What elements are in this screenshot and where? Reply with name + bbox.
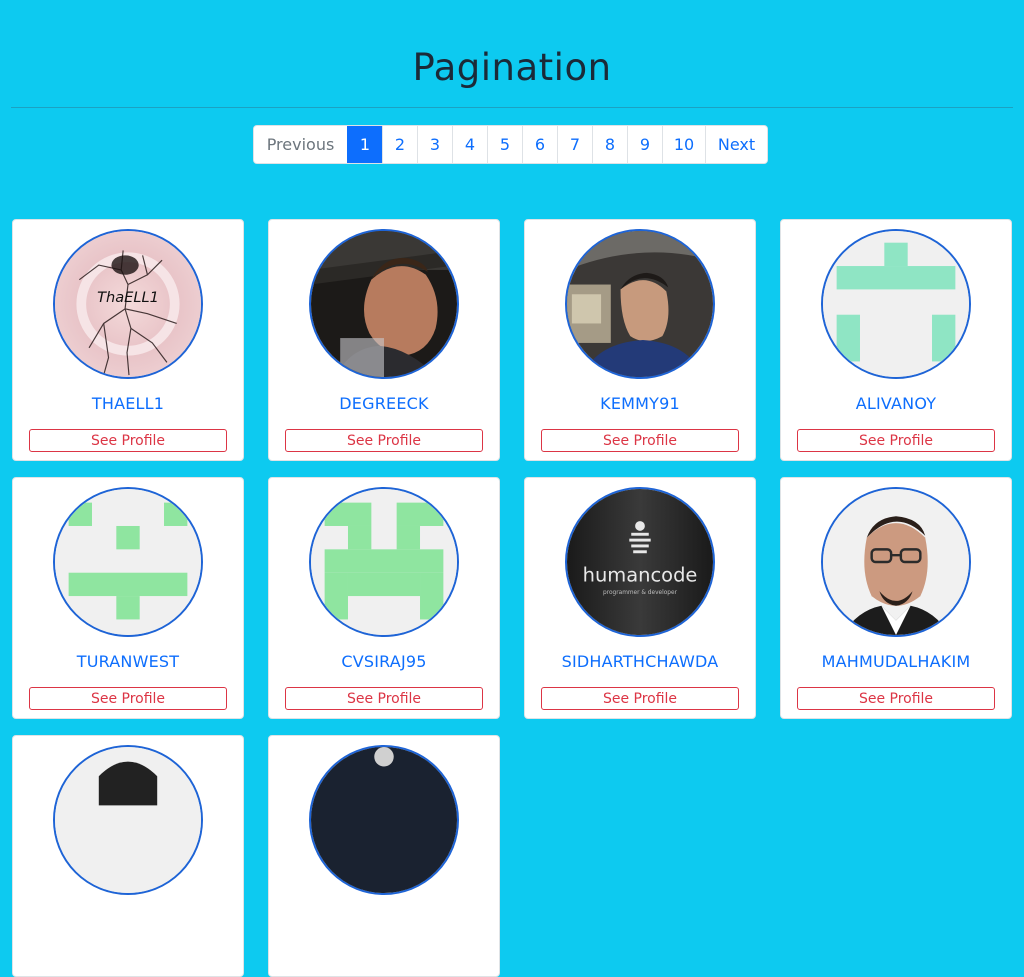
- profile-card: [12, 735, 244, 977]
- profile-card: [268, 735, 500, 977]
- see-profile-button[interactable]: See Profile: [29, 429, 227, 452]
- pagination: Previous 1 2 3 4 5 6 7 8 9 10 Next: [253, 125, 768, 164]
- profile-card: MAHMUDALHAKIM See Profile: [780, 477, 1012, 719]
- avatar-image: ThaELL1: [55, 231, 201, 377]
- username[interactable]: THAELL1: [13, 394, 243, 413]
- pagination-page-4[interactable]: 4: [452, 126, 487, 163]
- see-profile-button[interactable]: See Profile: [541, 687, 739, 710]
- pagination-next[interactable]: Next: [705, 126, 767, 163]
- pagination-page-2[interactable]: 2: [382, 126, 417, 163]
- profile-card: humancode programmer & developer SIDHART…: [524, 477, 756, 719]
- pagination-page-7[interactable]: 7: [557, 126, 592, 163]
- avatar[interactable]: [309, 487, 459, 637]
- profile-card: DEGREECK See Profile: [268, 219, 500, 461]
- avatar[interactable]: [821, 487, 971, 637]
- avatar[interactable]: humancode programmer & developer: [565, 487, 715, 637]
- profile-card: ALIVANOY See Profile: [780, 219, 1012, 461]
- pagination-page-8[interactable]: 8: [592, 126, 627, 163]
- see-profile-button[interactable]: See Profile: [285, 429, 483, 452]
- avatar-subtext: programmer & developer: [603, 590, 678, 596]
- avatar-image: [823, 231, 969, 377]
- avatar-image: [55, 489, 201, 635]
- avatar-text: humancode: [583, 563, 698, 586]
- pagination-previous[interactable]: Previous: [254, 126, 347, 163]
- avatar-text: ThaELL1: [97, 289, 159, 306]
- avatar-image: [55, 747, 201, 893]
- avatar-image: [311, 489, 457, 635]
- username[interactable]: ALIVANOY: [781, 394, 1011, 413]
- avatar-image: [311, 231, 457, 377]
- avatar-image: [567, 231, 713, 377]
- see-profile-button[interactable]: See Profile: [285, 687, 483, 710]
- avatar[interactable]: [309, 229, 459, 379]
- username[interactable]: CVSIRAJ95: [269, 652, 499, 671]
- pagination-page-6[interactable]: 6: [522, 126, 557, 163]
- see-profile-button[interactable]: See Profile: [541, 429, 739, 452]
- pagination-page-5[interactable]: 5: [487, 126, 522, 163]
- profile-card: ThaELL1 THAELL1 See Profile: [12, 219, 244, 461]
- pagination-page-1[interactable]: 1: [347, 126, 382, 163]
- avatar-image: [311, 747, 457, 893]
- title-divider: [11, 107, 1013, 108]
- username[interactable]: MAHMUDALHAKIM: [781, 652, 1011, 671]
- avatar-image: humancode programmer & developer: [567, 489, 713, 635]
- avatar-image: [823, 489, 969, 635]
- username[interactable]: DEGREECK: [269, 394, 499, 413]
- profile-card: TURANWEST See Profile: [12, 477, 244, 719]
- profile-card: CVSIRAJ95 See Profile: [268, 477, 500, 719]
- profile-card: KEMMY91 See Profile: [524, 219, 756, 461]
- page-title: Pagination: [412, 46, 612, 89]
- see-profile-button[interactable]: See Profile: [29, 687, 227, 710]
- pagination-page-10[interactable]: 10: [662, 126, 705, 163]
- username[interactable]: KEMMY91: [525, 394, 755, 413]
- avatar[interactable]: [53, 487, 203, 637]
- see-profile-button[interactable]: See Profile: [797, 687, 995, 710]
- username[interactable]: SIDHARTHCHAWDA: [525, 652, 755, 671]
- avatar[interactable]: [821, 229, 971, 379]
- username[interactable]: TURANWEST: [13, 652, 243, 671]
- avatar[interactable]: ThaELL1: [53, 229, 203, 379]
- pagination-page-9[interactable]: 9: [627, 126, 662, 163]
- avatar[interactable]: [565, 229, 715, 379]
- see-profile-button[interactable]: See Profile: [797, 429, 995, 452]
- pagination-page-3[interactable]: 3: [417, 126, 452, 163]
